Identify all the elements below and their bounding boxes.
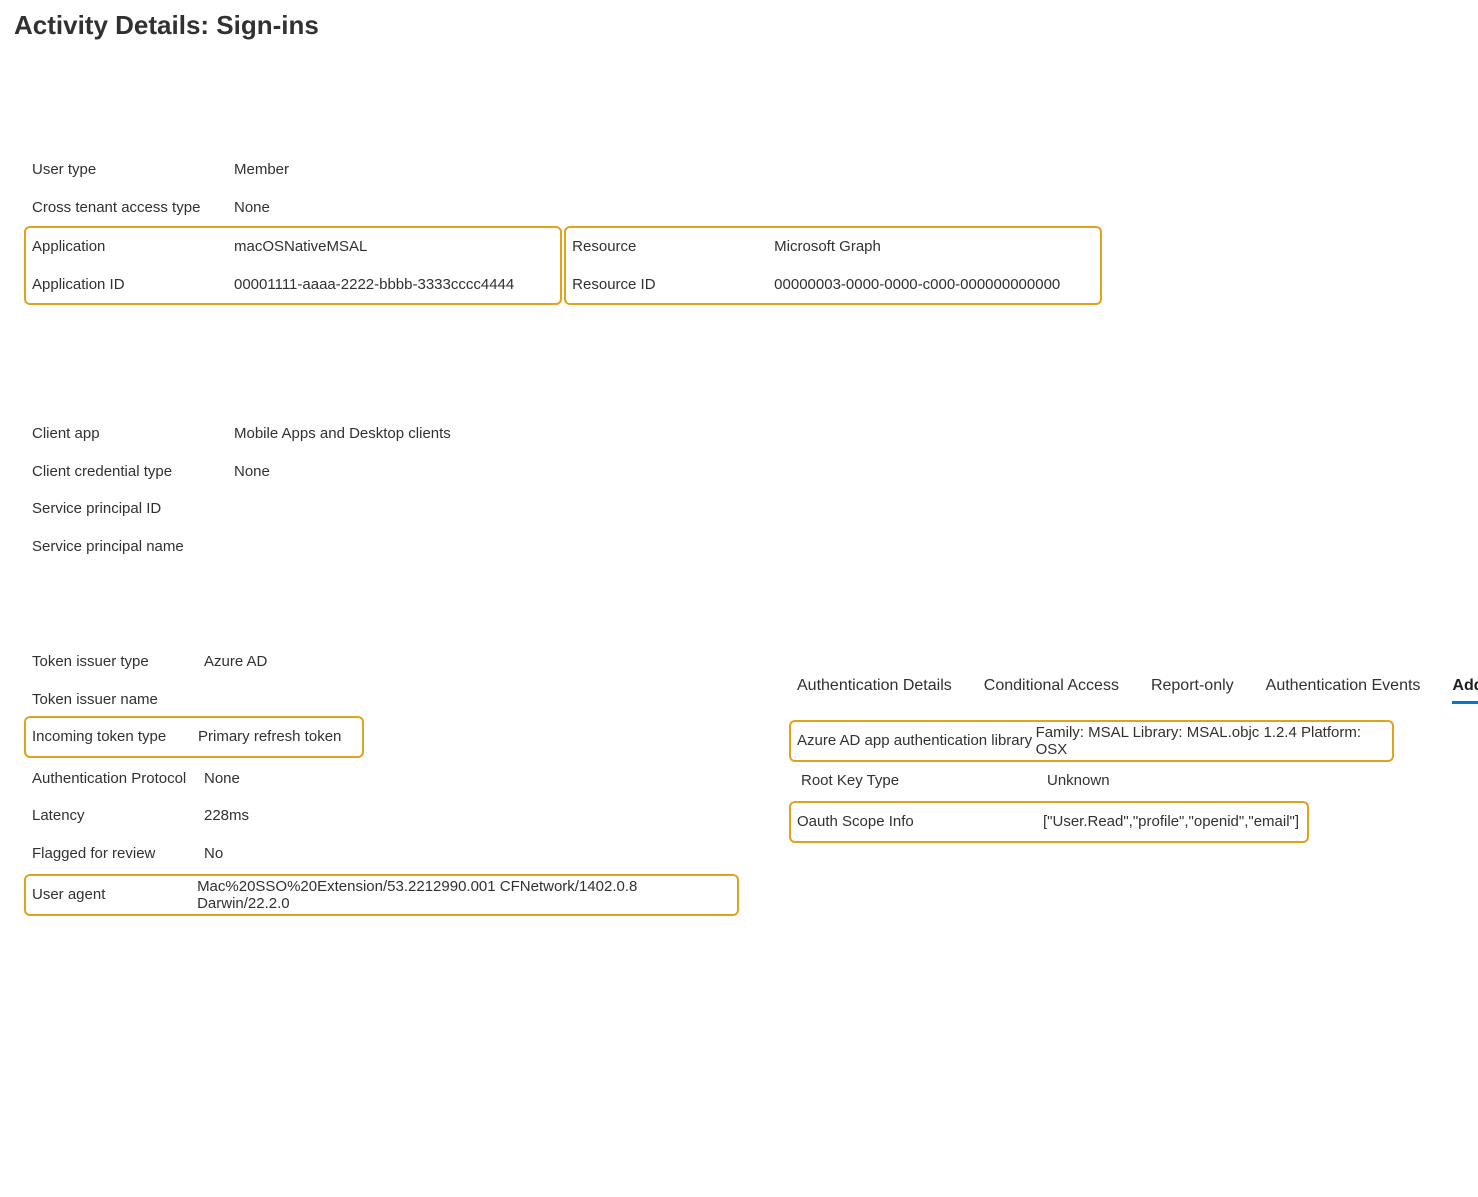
additional-details-panel: Authentication Details Conditional Acces… [795, 677, 1478, 843]
field-auth-library: Azure AD app authentication library Fami… [797, 722, 1386, 760]
highlight-oauth-scope: Oauth Scope Info ["User.Read","profile",… [789, 801, 1309, 843]
field-root-key-type: Root Key Type Unknown [801, 762, 1478, 800]
field-token-issuer-name: Token issuer name [32, 681, 745, 719]
field-token-issuer-type: Token issuer type Azure AD [32, 643, 745, 681]
field-value: ["User.Read","profile","openid","email"] [1043, 813, 1299, 830]
field-value: 00000003-0000-0000-c000-000000000000 [774, 276, 1060, 293]
field-oauth-scope-info: Oauth Scope Info ["User.Read","profile",… [797, 803, 1301, 841]
field-client-app: Client app Mobile Apps and Desktop clien… [32, 415, 1464, 453]
field-client-credential-type: Client credential type None [32, 453, 1464, 491]
field-label: Oauth Scope Info [797, 813, 1043, 830]
field-application-id: Application ID 00001111-aaaa-2222-bbbb-3… [32, 266, 554, 304]
field-resource-id: Resource ID 00000003-0000-0000-c000-0000… [572, 266, 1094, 304]
field-resource: Resource Microsoft Graph [572, 228, 1094, 266]
page-title: Activity Details: Sign-ins [14, 10, 1464, 41]
field-value: Microsoft Graph [774, 238, 881, 255]
highlight-incoming-token: Incoming token type Primary refresh toke… [24, 716, 364, 758]
field-value: Unknown [1047, 772, 1110, 789]
highlight-application-block: Application macOSNativeMSAL Application … [24, 226, 562, 305]
field-value: Member [234, 161, 289, 178]
field-value: Primary refresh token [198, 728, 341, 745]
field-cross-tenant: Cross tenant access type None [32, 189, 1464, 227]
tab-conditional-access[interactable]: Conditional Access [984, 677, 1119, 704]
field-service-principal-name: Service principal name [32, 528, 1464, 566]
tab-authentication-details[interactable]: Authentication Details [797, 677, 952, 704]
field-label: Resource ID [572, 276, 774, 293]
field-label: Latency [32, 807, 204, 824]
field-label: Application ID [32, 276, 234, 293]
highlight-resource-block: Resource Microsoft Graph Resource ID 000… [564, 226, 1102, 305]
token-details-section: Token issuer type Azure AD Token issuer … [32, 643, 745, 916]
field-label: Client app [32, 425, 234, 442]
field-label: Root Key Type [801, 772, 1047, 789]
field-label: Token issuer name [32, 691, 204, 708]
highlight-user-agent: User agent Mac%20SSO%20Extension/53.2212… [24, 874, 739, 916]
field-label: Azure AD app authentication library [797, 732, 1036, 749]
field-value: None [234, 199, 270, 216]
field-label: Resource [572, 238, 774, 255]
highlight-auth-library: Azure AD app authentication library Fami… [789, 720, 1394, 762]
field-label: Application [32, 238, 234, 255]
tab-report-only[interactable]: Report-only [1151, 677, 1234, 704]
field-user-type: User type Member [32, 151, 1464, 189]
field-label: Service principal name [32, 538, 234, 555]
field-value: Family: MSAL Library: MSAL.objc 1.2.4 Pl… [1036, 724, 1386, 758]
field-value: Azure AD [204, 653, 267, 670]
field-value: None [234, 463, 270, 480]
field-label: User type [32, 161, 234, 178]
field-value: Mobile Apps and Desktop clients [234, 425, 451, 442]
field-label: Authentication Protocol [32, 770, 204, 787]
field-label: Service principal ID [32, 500, 234, 517]
field-value: Mac%20SSO%20Extension/53.2212990.001 CFN… [197, 878, 731, 912]
field-label: Flagged for review [32, 845, 204, 862]
field-user-agent: User agent Mac%20SSO%20Extension/53.2212… [32, 876, 731, 914]
signin-details-section: User type Member Cross tenant access typ… [32, 151, 1464, 635]
field-value: macOSNativeMSAL [234, 238, 367, 255]
tabs-bar: Authentication Details Conditional Acces… [797, 677, 1478, 704]
field-latency: Latency 228ms [32, 797, 745, 835]
field-incoming-token-type: Incoming token type Primary refresh toke… [32, 718, 356, 756]
field-label: User agent [32, 886, 197, 903]
field-value: None [204, 770, 240, 787]
field-value: 228ms [204, 807, 249, 824]
field-flagged-for-review: Flagged for review No [32, 835, 745, 873]
field-application: Application macOSNativeMSAL [32, 228, 554, 266]
field-auth-protocol: Authentication Protocol None [32, 760, 745, 798]
field-value: 00001111-aaaa-2222-bbbb-3333cccc4444 [234, 276, 514, 293]
tab-authentication-events[interactable]: Authentication Events [1266, 677, 1421, 704]
field-service-principal-id: Service principal ID [32, 490, 1464, 528]
field-value: No [204, 845, 223, 862]
field-label: Cross tenant access type [32, 199, 234, 216]
field-label: Client credential type [32, 463, 234, 480]
field-label: Token issuer type [32, 653, 204, 670]
field-label: Incoming token type [32, 728, 198, 745]
tab-additional-details[interactable]: Additional Details [1452, 677, 1478, 704]
